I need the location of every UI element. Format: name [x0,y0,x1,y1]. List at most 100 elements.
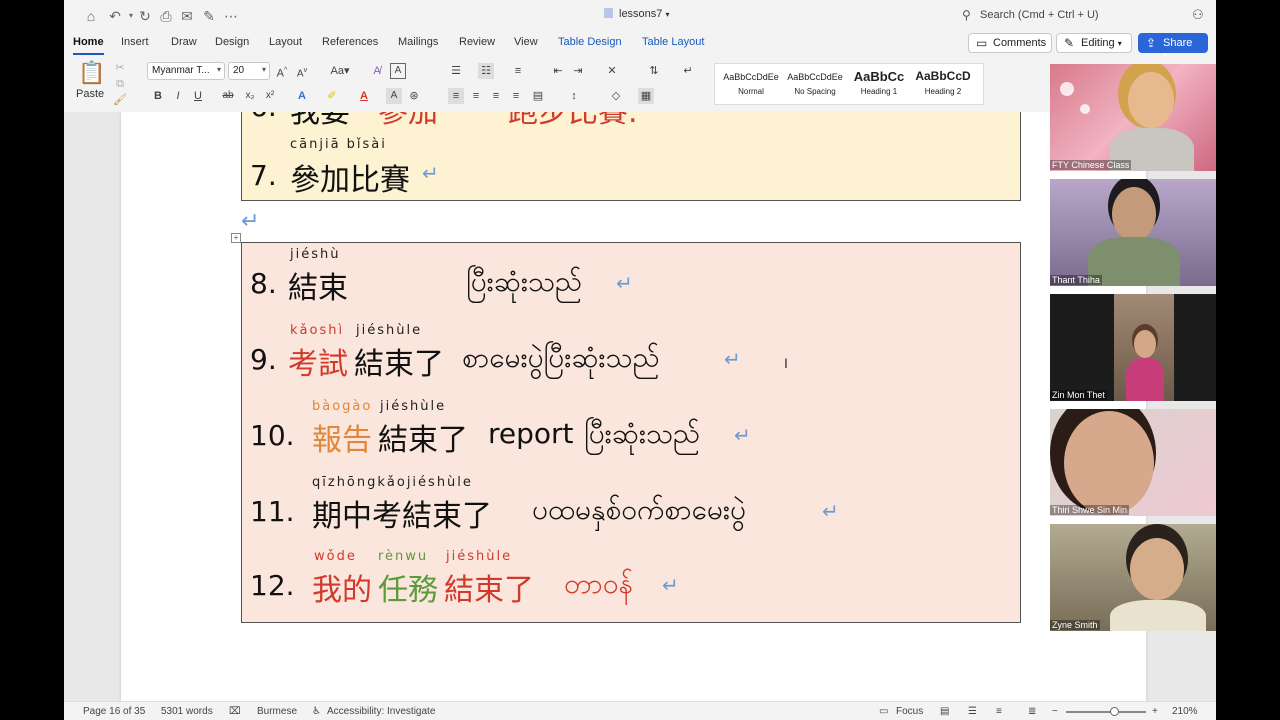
table-top[interactable]: 6. 我要 參加 跑步比賽. cānjiā bǐsài 7. 參加比賽 ↵ [241,112,1021,201]
font-name-select[interactable]: Myanmar T... ▾ [147,62,225,80]
focus-button[interactable]: Focus [896,706,923,717]
edit-document-icon[interactable]: ✎ [200,7,218,25]
tab-table-design[interactable]: Table Design [558,36,622,48]
chinese-text: 考試 [288,347,348,382]
language-indicator[interactable]: Burmese [257,706,297,717]
chevron-down-icon: ▾ [665,10,670,19]
zoom-level[interactable]: 210% [1172,706,1198,717]
multilevel-list-icon[interactable]: ≡ [510,63,526,79]
align-center-icon[interactable]: ≡ [468,88,484,104]
show-formatting-icon[interactable]: ↵ [680,63,696,79]
tab-mailings[interactable]: Mailings [398,36,438,48]
burmese-text: တာဝန် [564,567,633,600]
format-painter-icon[interactable]: 🖌 [112,92,128,108]
character-shading-icon[interactable]: A [386,88,402,104]
search-input[interactable]: ⚲ Search (Cmd + Ctrl + U) [954,5,1190,26]
accessibility-status[interactable]: Accessibility: Investigate [327,706,435,717]
comments-button[interactable]: ▭ Comments [968,33,1052,53]
proofing-icon[interactable]: ⌧ [229,706,241,717]
italic-icon[interactable]: I [170,88,186,104]
style-heading-1[interactable]: AaBbCc Heading 1 [849,67,909,103]
mail-icon[interactable]: ✉ [178,7,196,25]
paste-icon[interactable]: 📋 [78,60,106,86]
tab-insert[interactable]: Insert [121,36,149,48]
style-no-spacing[interactable]: AaBbCcDdEe No Spacing [785,67,845,103]
document-title[interactable]: lessons7 ▾ [604,8,670,20]
distributed-icon[interactable]: ▤ [530,88,546,104]
editing-button[interactable]: ✎ Editing ▾ [1056,33,1132,53]
video-tile[interactable]: Zin Mon Thet [1050,294,1216,401]
more-icon[interactable]: ⋯ [222,7,240,25]
subscript-icon[interactable]: x₂ [242,88,258,104]
text-effects-icon[interactable]: A [294,88,310,104]
underline-icon[interactable]: U [190,88,206,104]
clear-formatting-icon[interactable]: A̸ [369,63,385,79]
home-icon[interactable]: ⌂ [82,7,100,25]
outline-view-icon[interactable]: ☰ [968,706,977,717]
return-mark: ↵ [734,425,751,447]
print-layout-icon[interactable]: ▤ [940,706,949,717]
increase-indent-icon[interactable]: ⇥ [570,63,586,79]
zoom-out-icon[interactable]: − [1052,706,1058,717]
cut-icon[interactable]: ✂ [112,60,128,76]
justify-icon[interactable]: ≡ [508,88,524,104]
paste-label[interactable]: Paste [76,88,104,100]
tab-home[interactable]: Home [73,36,104,55]
tab-references[interactable]: References [322,36,378,48]
tab-table-layout[interactable]: Table Layout [642,36,704,48]
comment-icon: ▭ [976,36,988,50]
character-border-icon[interactable]: ⊛ [406,88,422,104]
return-mark: ↵ [422,163,439,185]
sort-icon[interactable]: ⇅ [646,63,662,79]
style-heading-2[interactable]: AaBbCcD Heading 2 [913,67,973,103]
highlight-icon[interactable]: ✐ [324,88,340,104]
text-box-icon[interactable]: A [390,63,406,79]
copy-icon[interactable]: ⧉ [112,76,128,92]
table-move-handle-icon[interactable]: + [231,233,241,243]
video-tile[interactable]: Thant Thiha [1050,179,1216,286]
strikethrough-icon[interactable]: ab [220,88,236,104]
video-tile[interactable]: Zyne Smith [1050,524,1216,631]
video-tile[interactable]: Thiri Shwe Sin Min [1050,409,1216,516]
superscript-icon[interactable]: x² [262,88,278,104]
bullets-icon[interactable]: ☰ [448,63,464,79]
tab-review[interactable]: Review [459,36,495,48]
document-area: 6. 我要 參加 跑步比賽. cānjiā bǐsài 7. 參加比賽 ↵ ↵ … [64,112,1216,701]
word-count[interactable]: 5301 words [161,706,213,717]
borders-icon[interactable]: ▦ [638,88,654,104]
grow-font-icon[interactable]: A^ [274,63,290,80]
style-normal[interactable]: AaBbCcDdEe Normal [721,67,781,103]
bold-icon[interactable]: B [150,88,166,104]
asian-layout-icon[interactable]: ✕ [604,63,620,79]
zoom-slider[interactable] [1066,711,1146,713]
draft-view-icon[interactable]: ≡ [996,706,1002,717]
print-icon[interactable]: ⎙ [157,7,175,25]
redo-icon[interactable]: ↻ [136,7,154,25]
document-page[interactable]: 6. 我要 參加 跑步比賽. cānjiā bǐsài 7. 參加比賽 ↵ ↵ … [121,112,1146,701]
share-icon: ⇪ [1146,36,1157,50]
tab-draw[interactable]: Draw [171,36,197,48]
align-left-icon[interactable]: ≡ [448,88,464,104]
video-tile[interactable]: FTY Chinese Class [1050,64,1216,171]
numbering-icon[interactable]: ☷ [478,63,494,79]
shading-icon[interactable]: ◇ [608,88,624,104]
chinese-text: 任務 [378,573,438,608]
table-main[interactable]: jiéshù 8. 結束 ပြီးဆုံးသည် ↵ kǎoshì jiéshù… [241,242,1021,623]
tab-view[interactable]: View [514,36,538,48]
account-icon[interactable]: ⚇ [1192,7,1208,23]
zoom-slider-thumb[interactable] [1110,707,1119,716]
line-spacing-icon[interactable]: ↕ [566,88,582,104]
zoom-in-icon[interactable]: + [1152,706,1158,717]
row-number: 7. [250,159,277,192]
share-button[interactable]: ⇪ Share ▾ [1138,33,1208,60]
decrease-indent-icon[interactable]: ⇤ [550,63,566,79]
tab-design[interactable]: Design [215,36,249,48]
font-size-select[interactable]: 20 ▾ [228,62,270,80]
align-right-icon[interactable]: ≡ [488,88,504,104]
font-color-icon[interactable]: A [356,88,372,104]
web-layout-icon[interactable]: ≣ [1028,706,1036,717]
tab-layout[interactable]: Layout [269,36,302,48]
page-indicator[interactable]: Page 16 of 35 [83,706,145,717]
change-case-icon[interactable]: Aa▾ [328,63,352,79]
shrink-font-icon[interactable]: Av [294,63,310,79]
